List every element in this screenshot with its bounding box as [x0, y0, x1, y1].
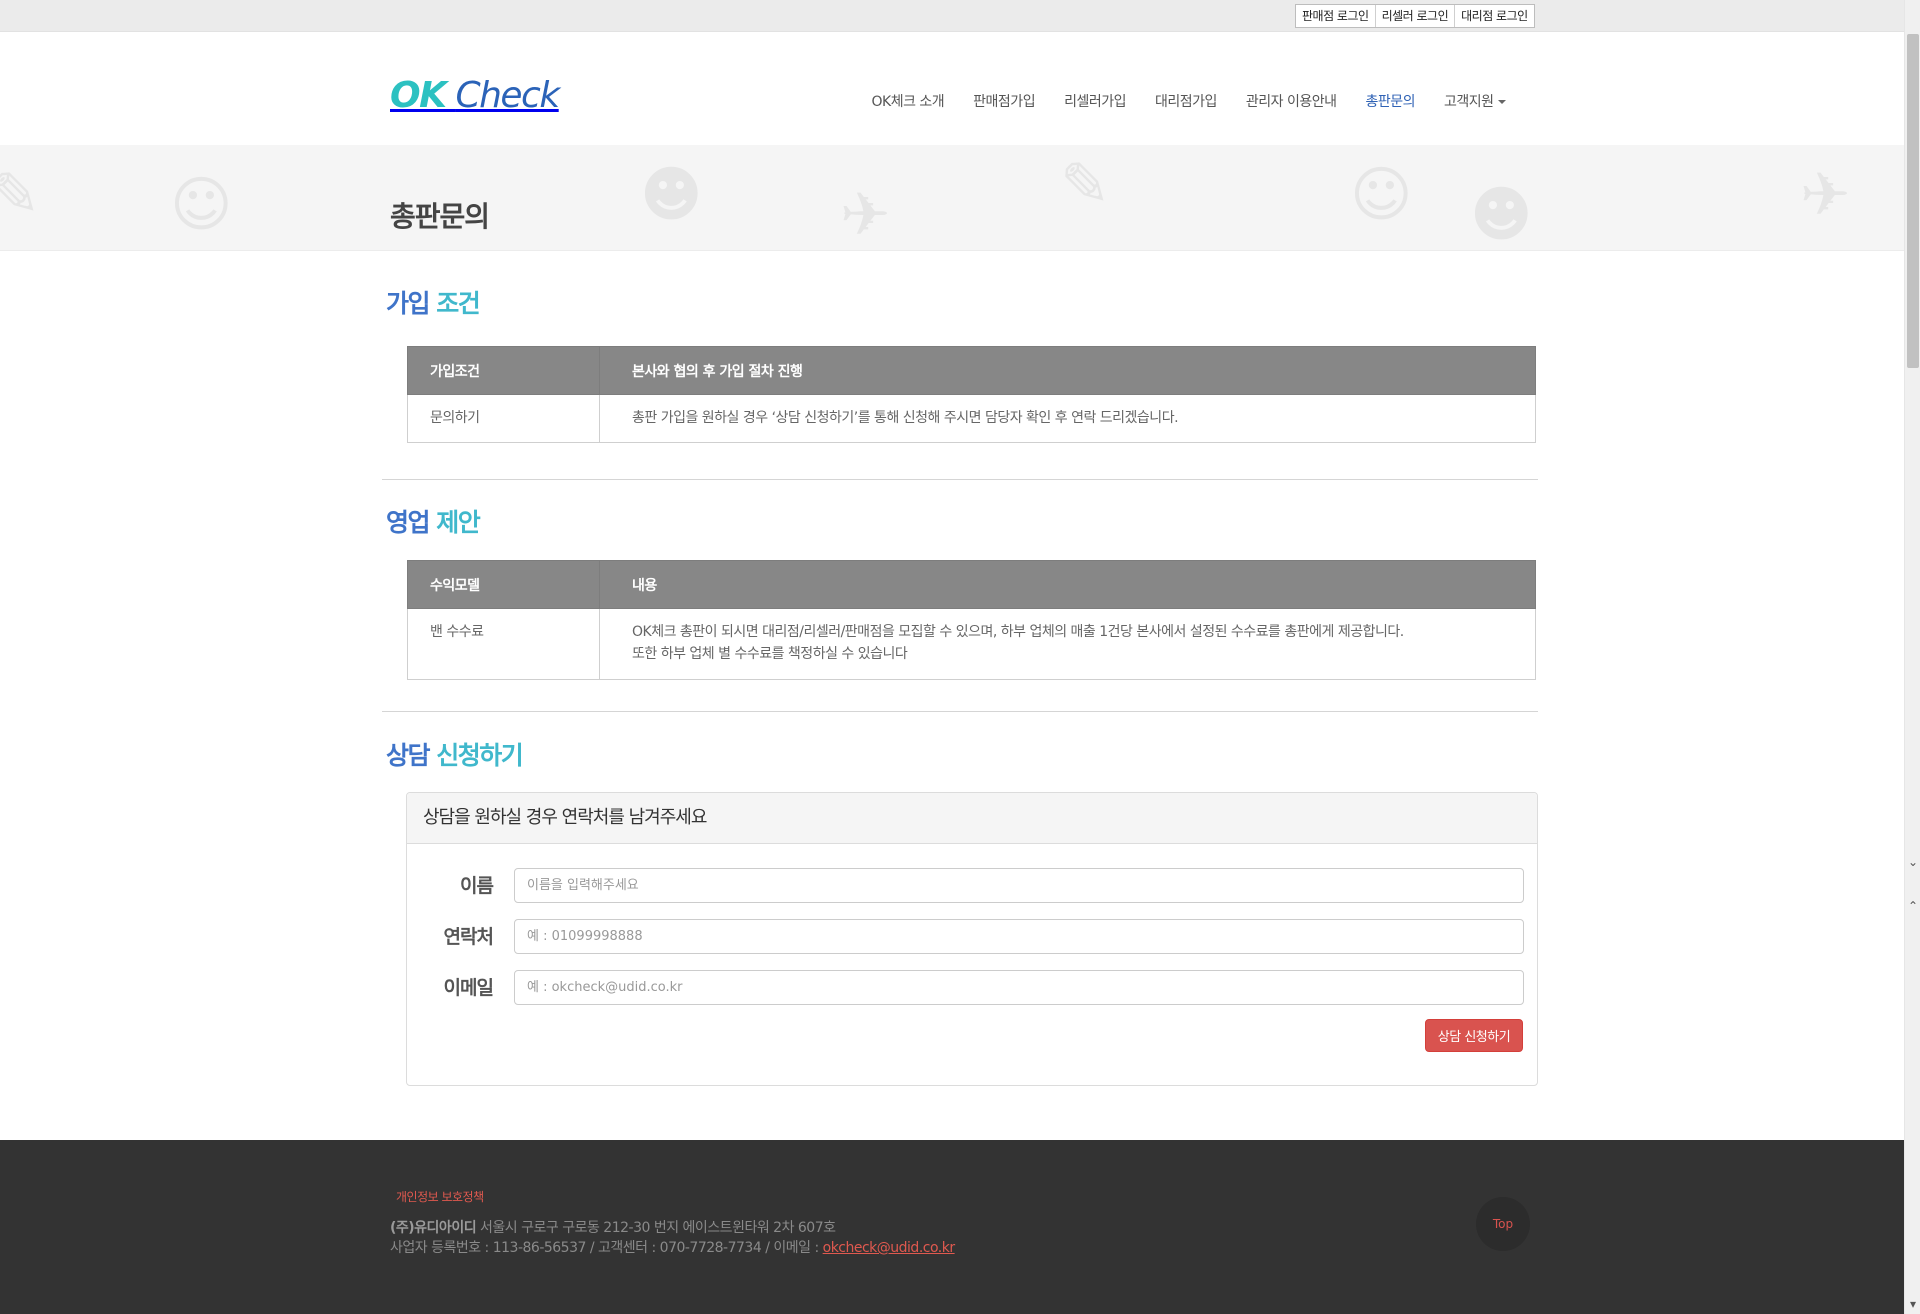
page-title: 총판문의 — [390, 200, 490, 233]
top-login-bar: 판매점 로그인 리셀러 로그인 대리점 로그인 — [0, 0, 1904, 32]
section-title-part-a: 상담 — [386, 741, 431, 770]
table-row: 밴 수수료 OK체크 총판이 되시면 대리점/리셀러/판매점을 모집할 수 있으… — [407, 608, 1536, 680]
decorative-pattern-icon: ☻ — [640, 160, 703, 230]
table-header-cell: 수익모델 — [407, 560, 600, 609]
table-cell-line: 또한 하부 업체 별 수수료를 책정하실 수 있습니다 — [632, 646, 908, 662]
nav-item-store-signup[interactable]: 판매점가입 — [959, 92, 1050, 112]
nav-item-customer-support-label: 고객지원 — [1444, 94, 1494, 110]
table-header-cell: 가입조건 — [407, 346, 600, 395]
decorative-pattern-icon: ☺ — [1350, 160, 1413, 230]
name-label: 이름 — [460, 875, 494, 897]
page-banner: ✎ ☺ ☻ ✈ ✎ ☺ ☻ ✈ 총판문의 — [0, 145, 1904, 251]
section-title-part-b: 조건 — [436, 289, 481, 318]
store-login-link[interactable]: 판매점 로그인 — [1296, 5, 1376, 27]
section-title-part-b: 신청하기 — [436, 741, 524, 770]
nav-item-reseller-signup[interactable]: 리셀러가입 — [1050, 92, 1141, 112]
scroll-down-arrow-icon[interactable]: ▾ — [1905, 1296, 1920, 1312]
table-cell: 문의하기 — [407, 394, 600, 443]
form-row-name: 이름 — [407, 868, 1537, 904]
site-header: OK Check OK체크 소개 판매점가입 리셀러가입 대리점가입 관리자 이… — [0, 33, 1904, 145]
nav-item-okcheck-intro[interactable]: OK체크 소개 — [857, 92, 959, 112]
consultation-submit-button[interactable]: 상담 신청하기 — [1425, 1019, 1523, 1052]
consultation-form-panel: 상담을 원하실 경우 연락처를 남겨주세요 이름 연락처 이메일 상담 신청하기 — [406, 792, 1538, 1086]
form-row-email: 이메일 — [407, 970, 1537, 1006]
nav-item-agency-signup[interactable]: 대리점가입 — [1140, 92, 1231, 112]
reseller-login-link[interactable]: 리셀러 로그인 — [1376, 5, 1456, 27]
table-header-row: 가입조건 본사와 협의 후 가입 절차 진행 — [407, 346, 1536, 395]
nav-item-admin-guide[interactable]: 관리자 이용안내 — [1231, 92, 1351, 112]
agency-login-link[interactable]: 대리점 로그인 — [1455, 5, 1534, 27]
decorative-pattern-icon: ☺ — [170, 170, 233, 240]
okcheck-logo[interactable]: OK Check — [390, 75, 560, 116]
phone-input[interactable] — [514, 919, 1524, 954]
phone-label: 연락처 — [443, 926, 494, 948]
contact-email-link[interactable]: okcheck@udid.co.kr — [823, 1240, 955, 1256]
login-button-group: 판매점 로그인 리셀러 로그인 대리점 로그인 — [1295, 4, 1535, 28]
page-scrollbar[interactable]: ⌄ ⌃ ▾ — [1904, 0, 1920, 1314]
section-title-part-a: 가입 — [386, 289, 431, 318]
scroll-to-top-button[interactable]: Top — [1476, 1197, 1530, 1251]
section-title-part-a: 영업 — [386, 508, 431, 537]
nav-item-distributor-inquiry[interactable]: 총판문의 — [1351, 92, 1430, 112]
chevron-down-icon[interactable]: ⌄ — [1905, 854, 1920, 870]
logo-ok-text: OK — [390, 75, 447, 116]
table-header-row: 수익모델 내용 — [407, 560, 1536, 609]
section-title-sales-proposal: 영업 제안 — [386, 503, 481, 539]
table-header-cell: 본사와 협의 후 가입 절차 진행 — [599, 346, 1536, 395]
email-label: 이메일 — [443, 977, 494, 999]
scrollbar-thumb[interactable] — [1907, 34, 1919, 368]
decorative-pattern-icon: ✎ — [1060, 150, 1111, 220]
business-info-line: 사업자 등록번호 : 113-86-56537 / 고객센터 : 070-772… — [390, 1238, 955, 1258]
table-row: 문의하기 총판 가입을 원하실 경우 ‘상담 신청하기’를 통해 신청해 주시면… — [407, 394, 1536, 443]
sales-proposal-table: 수익모델 내용 밴 수수료 OK체크 총판이 되시면 대리점/리셀러/판매점을 … — [407, 560, 1536, 680]
table-header-cell: 내용 — [599, 560, 1536, 609]
decorative-pattern-icon: ✎ — [0, 165, 40, 225]
company-name: (주)유디아이디 — [390, 1220, 477, 1236]
table-cell: 총판 가입을 원하실 경우 ‘상담 신청하기’를 통해 신청해 주시면 담당자 … — [599, 394, 1536, 443]
table-cell: OK체크 총판이 되시면 대리점/리셀러/판매점을 모집할 수 있으며, 하부 … — [599, 608, 1536, 680]
table-cell: 밴 수수료 — [407, 608, 600, 680]
panel-heading: 상담을 원하실 경우 연락처를 남겨주세요 — [407, 793, 1537, 844]
logo-check-text: Check — [455, 75, 560, 116]
privacy-policy-link[interactable]: 개인정보 보호정책 — [396, 1188, 484, 1205]
business-info: 사업자 등록번호 : 113-86-56537 / 고객센터 : 070-772… — [390, 1240, 823, 1256]
chevron-up-icon[interactable]: ⌃ — [1905, 898, 1920, 914]
signup-conditions-table: 가입조건 본사와 협의 후 가입 절차 진행 문의하기 총판 가입을 원하실 경… — [407, 346, 1536, 443]
chevron-down-icon — [1497, 100, 1506, 104]
table-cell-line: OK체크 총판이 되시면 대리점/리셀러/판매점을 모집할 수 있으며, 하부 … — [632, 624, 1404, 640]
site-footer: 개인정보 보호정책 (주)유디아이디 서울시 구로구 구로동 212-30 번지… — [0, 1140, 1904, 1314]
company-address: 서울시 구로구 구로동 212-30 번지 에이스트윈타워 2차 607호 — [476, 1220, 836, 1236]
decorative-pattern-icon: ☻ — [1470, 180, 1533, 250]
company-info: (주)유디아이디 서울시 구로구 구로동 212-30 번지 에이스트윈타워 2… — [390, 1218, 955, 1258]
form-row-phone: 연락처 — [407, 919, 1537, 955]
section-title-signup-conditions: 가입 조건 — [386, 284, 481, 320]
company-address-line: (주)유디아이디 서울시 구로구 구로동 212-30 번지 에이스트윈타워 2… — [390, 1218, 955, 1238]
main-nav: OK체크 소개 판매점가입 리셀러가입 대리점가입 관리자 이용안내 총판문의 … — [857, 92, 1520, 112]
section-divider — [382, 711, 1538, 712]
section-title-part-b: 제안 — [436, 508, 481, 537]
decorative-pattern-icon: ✈ — [1800, 160, 1851, 230]
section-divider — [382, 479, 1538, 480]
decorative-pattern-icon: ✈ — [840, 180, 891, 250]
nav-item-customer-support[interactable]: 고객지원 — [1430, 92, 1521, 112]
email-input[interactable] — [514, 970, 1524, 1005]
section-title-consultation-request: 상담 신청하기 — [386, 736, 524, 772]
name-input[interactable] — [514, 868, 1524, 903]
